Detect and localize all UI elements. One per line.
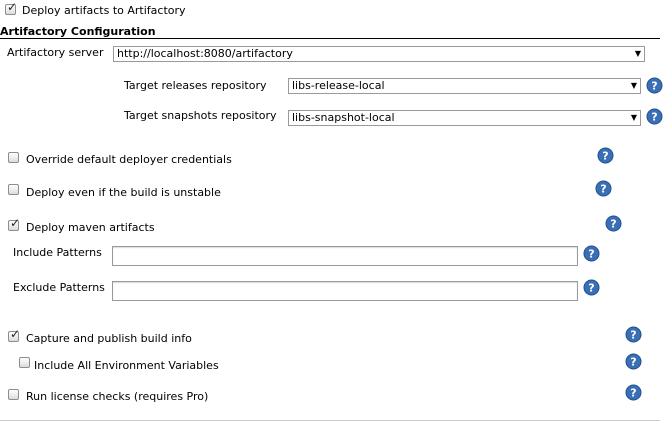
deploy-maven-checkbox[interactable]: ✓ bbox=[8, 216, 21, 231]
section-divider bbox=[0, 38, 660, 39]
snapshots-repo-value: libs-snapshot-local bbox=[292, 111, 395, 124]
svg-text:?: ? bbox=[630, 329, 636, 342]
help-icon[interactable]: ? bbox=[646, 108, 663, 125]
help-icon[interactable]: ? bbox=[625, 326, 642, 343]
include-env-vars-label: Include All Environment Variables bbox=[34, 359, 219, 372]
svg-text:?: ? bbox=[602, 150, 608, 163]
svg-text:?: ? bbox=[630, 356, 636, 369]
override-credentials-label: Override default deployer credentials bbox=[26, 153, 232, 166]
svg-text:?: ? bbox=[630, 387, 636, 400]
license-checks-label: Run license checks (requires Pro) bbox=[26, 390, 209, 403]
help-icon[interactable]: ? bbox=[583, 245, 600, 262]
svg-text:?: ? bbox=[588, 248, 594, 261]
help-icon[interactable]: ? bbox=[583, 279, 600, 296]
help-icon[interactable]: ? bbox=[646, 77, 663, 94]
dropdown-arrow-icon: ▼ bbox=[630, 81, 637, 90]
license-checks-checkbox[interactable] bbox=[8, 389, 19, 400]
releases-repo-value: libs-release-local bbox=[292, 79, 385, 92]
section-title: Artifactory Configuration bbox=[0, 25, 156, 38]
deploy-artifacts-checkbox[interactable]: ✓ bbox=[5, 0, 18, 15]
releases-repo-label: Target releases repository bbox=[124, 79, 267, 92]
deploy-unstable-checkbox[interactable] bbox=[8, 184, 19, 195]
deploy-artifacts-label: Deploy artifacts to Artifactory bbox=[22, 4, 186, 17]
checkmark-icon: ✓ bbox=[7, 0, 18, 14]
capture-build-info-checkbox[interactable]: ✓ bbox=[8, 327, 21, 342]
artifactory-server-value: http://localhost:8080/artifactory bbox=[117, 47, 293, 60]
checkmark-icon: ✓ bbox=[10, 216, 21, 230]
svg-text:?: ? bbox=[651, 80, 657, 93]
svg-text:?: ? bbox=[588, 282, 594, 295]
exclude-patterns-label: Exclude Patterns bbox=[13, 281, 105, 294]
deploy-unstable-label: Deploy even if the build is unstable bbox=[26, 186, 221, 199]
help-icon[interactable]: ? bbox=[595, 180, 612, 197]
deploy-maven-label: Deploy maven artifacts bbox=[26, 221, 155, 234]
svg-text:?: ? bbox=[610, 218, 616, 231]
svg-text:?: ? bbox=[600, 183, 606, 196]
dropdown-arrow-icon: ▼ bbox=[630, 113, 637, 122]
svg-text:?: ? bbox=[651, 111, 657, 124]
checkmark-icon: ✓ bbox=[10, 327, 21, 341]
help-icon[interactable]: ? bbox=[625, 384, 642, 401]
artifactory-server-label: Artifactory server bbox=[7, 46, 104, 59]
capture-build-info-label: Capture and publish build info bbox=[26, 332, 192, 345]
include-patterns-label: Include Patterns bbox=[13, 246, 102, 259]
help-icon[interactable]: ? bbox=[597, 147, 614, 164]
exclude-patterns-input[interactable] bbox=[112, 281, 578, 301]
include-env-vars-checkbox[interactable] bbox=[19, 357, 30, 368]
snapshots-repo-select[interactable]: libs-snapshot-local ▼ bbox=[288, 110, 641, 126]
override-credentials-checkbox[interactable] bbox=[8, 152, 19, 163]
dropdown-arrow-icon: ▼ bbox=[634, 49, 641, 58]
artifactory-server-select[interactable]: http://localhost:8080/artifactory ▼ bbox=[113, 46, 645, 62]
bottom-divider bbox=[0, 420, 660, 421]
help-icon[interactable]: ? bbox=[625, 353, 642, 370]
include-patterns-input[interactable] bbox=[112, 246, 578, 266]
help-icon[interactable]: ? bbox=[605, 215, 622, 232]
snapshots-repo-label: Target snapshots repository bbox=[124, 109, 277, 122]
releases-repo-select[interactable]: libs-release-local ▼ bbox=[288, 78, 641, 94]
